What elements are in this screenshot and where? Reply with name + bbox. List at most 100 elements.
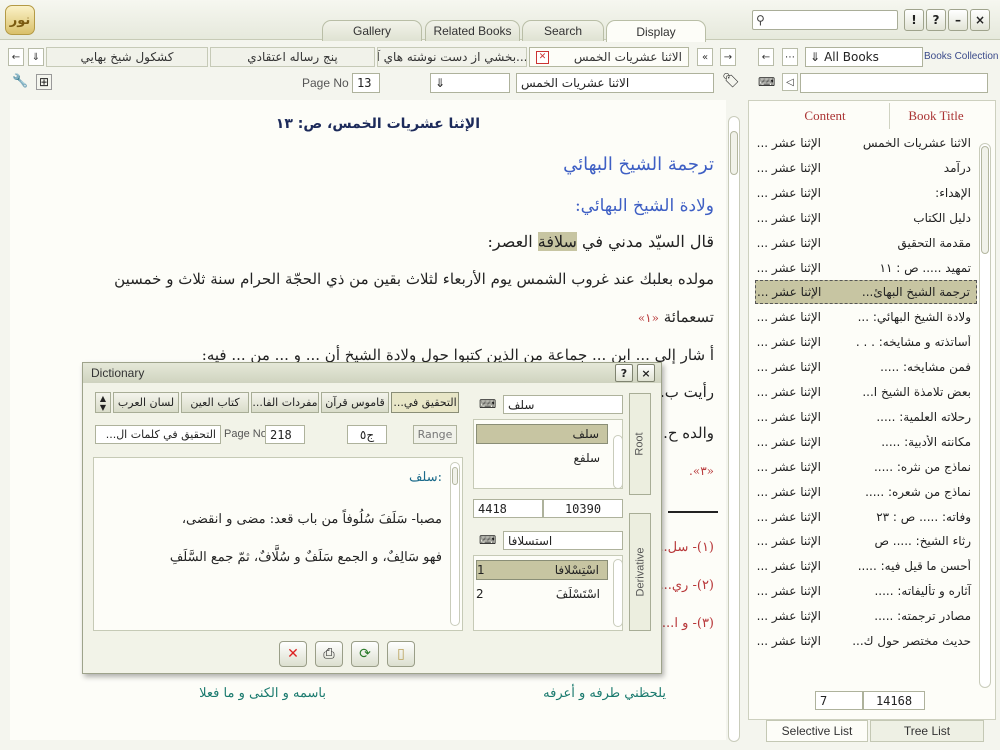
close-tab-icon[interactable]: ✕	[536, 50, 549, 64]
right-back-icon[interactable]: ←	[758, 48, 774, 66]
dict-range-button[interactable]: Range	[413, 425, 457, 444]
contents-row[interactable]: دليل الكتاب الإثنا عشر ...	[755, 206, 977, 230]
root-vertical-tab[interactable]: Root	[629, 393, 651, 495]
contents-row[interactable]: ترجمة الشيخ البهائ... الإثنا عشر ...	[755, 280, 977, 305]
dict-tab-mufradat[interactable]: مفردات الفا...	[251, 392, 319, 413]
root-search-input[interactable]: سلف	[503, 395, 623, 414]
contents-row[interactable]: ولادة الشيخ البهائي: ... الإثنا عشر ...	[755, 305, 977, 329]
wrench-icon[interactable]: 🔧	[12, 74, 28, 90]
root-keyboard-icon[interactable]: ⌨	[479, 397, 497, 411]
contents-row-content: مقدمة التحقيق	[897, 235, 971, 250]
dict-tab-scroll[interactable]: ▲ ▼	[95, 392, 111, 413]
derivative-keyboard-icon[interactable]: ⌨	[479, 533, 497, 547]
keyboard-icon[interactable]: ⌨	[758, 75, 776, 89]
contents-row-content: نماذج من نثره: .....	[873, 459, 971, 474]
doc-tab-bakhshi[interactable]: بخشي از دست نوشته هاي آ...	[377, 47, 527, 67]
about-button[interactable]: ?	[926, 9, 946, 31]
contents-row[interactable]: فمن مشايخه: ..... الإثنا عشر ...	[755, 355, 977, 379]
contents-row[interactable]: مكانته الأدبية: ..... الإثنا عشر ...	[755, 430, 977, 454]
derivative-item-selected[interactable]: اسْتِسْلافا 1	[476, 560, 608, 580]
contents-row[interactable]: أساتذته و مشايخه: . . . الإثنا عشر ...	[755, 330, 977, 354]
dictionary-help-button[interactable]: ?	[615, 364, 633, 382]
column-header-content[interactable]: Content	[755, 104, 895, 128]
dict-tab-lisan-al-arab[interactable]: لسان العرب	[113, 392, 179, 413]
footnote-ref-3[interactable]: «٣».	[689, 464, 714, 478]
contents-row[interactable]: آثاره و تأليفاته: ..... الإثنا عشر ...	[755, 579, 977, 603]
delete-icon[interactable]: ✕	[279, 641, 307, 667]
dictionary-close-button[interactable]: ×	[637, 364, 655, 382]
pager-current[interactable]: 7	[815, 691, 863, 710]
global-search-input[interactable]: ⚲	[752, 10, 898, 30]
close-button[interactable]: ×	[970, 9, 990, 31]
contents-row[interactable]: مقدمة التحقيق الإثنا عشر ...	[755, 231, 977, 255]
section-title: ترجمة الشيخ البهائي	[563, 154, 714, 175]
tab-display[interactable]: Display	[606, 20, 706, 42]
pager-total: 14168	[863, 691, 925, 710]
minimize-button[interactable]: –	[948, 9, 968, 31]
doc-tab-kashkool[interactable]: كشكول شيخ بهايي	[46, 47, 208, 67]
tab-scroll-left-icon[interactable]: «	[697, 48, 713, 66]
contents-row[interactable]: درآمد الإثنا عشر ...	[755, 156, 977, 180]
tab-tree-list[interactable]: Tree List	[870, 720, 984, 742]
tab-selective-list[interactable]: Selective List	[766, 720, 868, 742]
help-button[interactable]: !	[904, 9, 924, 31]
contents-row[interactable]: تمهيد ..... ص : ١١ الإثنا عشر ...	[755, 256, 977, 280]
derivative-scrollbar[interactable]	[613, 559, 623, 627]
layout-icon[interactable]: ⊞	[36, 74, 52, 90]
back-arrow-icon[interactable]: ←	[8, 48, 24, 66]
contents-row[interactable]: الاثنا عشريات الخمس الإثنا عشر ...	[755, 131, 977, 155]
root-item[interactable]: سلفع	[476, 448, 608, 468]
contents-row[interactable]: أحسن ما قيل فيه: ..... الإثنا عشر ...	[755, 554, 977, 578]
dict-tab-tahqiq[interactable]: التحقيق في...	[391, 392, 459, 413]
dict-tab-qamoos-quran[interactable]: قاموس قرآن	[321, 392, 389, 413]
play-left-icon[interactable]: ◁	[782, 73, 798, 91]
doc-tab-panj-resaleh[interactable]: پنج رساله اعتقادي	[210, 47, 375, 67]
tab-gallery[interactable]: Gallery	[322, 20, 422, 41]
contents-row[interactable]: وفاته: ..... ص : ٢٣ الإثنا عشر ...	[755, 505, 977, 529]
document-scrollbar[interactable]	[728, 116, 740, 742]
dict-book-select[interactable]: التحقيق في كلمات ال...	[95, 425, 221, 444]
root-item-selected[interactable]: سلف	[476, 424, 608, 444]
dict-page-input[interactable]: 218	[265, 425, 305, 444]
contents-row[interactable]: مصادر ترجمته: ..... الإثنا عشر ...	[755, 604, 977, 628]
tab-list-down-icon[interactable]: ⇓	[28, 48, 44, 66]
contents-row[interactable]: رحلاته العلمية: ..... الإثنا عشر ...	[755, 405, 977, 429]
contents-row-content: حديث مختصر حول ك...	[852, 634, 971, 648]
book-select[interactable]: الاثنا عشريات الخمس	[516, 73, 714, 93]
book-dropdown-arrow[interactable]: ⇓	[430, 73, 510, 93]
contents-row[interactable]: الإهداء: الإثنا عشر ...	[755, 181, 977, 205]
contents-row[interactable]: حديث مختصر حول ك... الإثنا عشر ...	[755, 629, 977, 653]
forward-arrow-icon[interactable]: →	[720, 48, 736, 66]
text-line-3-text: تسعمائة	[663, 308, 714, 326]
tab-search[interactable]: Search	[522, 20, 604, 41]
column-header-book-title[interactable]: Book Title	[895, 104, 977, 128]
content-search-input[interactable]	[800, 73, 988, 93]
print-icon[interactable]: ⎙	[315, 641, 343, 667]
contents-row[interactable]: نماذج من شعره: ..... الإثنا عشر ...	[755, 480, 977, 504]
document-scrollbar-thumb[interactable]	[730, 131, 738, 175]
tab-related-books[interactable]: Related Books	[425, 20, 520, 41]
refresh-icon[interactable]: ⟳	[351, 641, 379, 667]
footnote-ref-1[interactable]: «١»	[638, 311, 659, 325]
tag-icon[interactable]: 🏷	[722, 73, 740, 91]
doc-tab-label: الاثنا عشريات الخمس	[573, 50, 682, 64]
more-options-icon[interactable]: ⋯	[782, 48, 798, 66]
contents-scrollbar-thumb[interactable]	[981, 146, 989, 254]
contents-row[interactable]: نماذج من نثره: ..... الإثنا عشر ...	[755, 455, 977, 479]
derivative-item[interactable]: اسْتَسْلَفَ 2	[476, 584, 608, 604]
derivative-search-input[interactable]: استسلافا	[503, 531, 623, 550]
entry-scrollbar-thumb[interactable]	[452, 467, 458, 485]
derivative-vertical-tab[interactable]: Derivative	[629, 513, 651, 631]
entry-scrollbar[interactable]	[450, 462, 460, 626]
root-scrollbar[interactable]	[613, 435, 623, 489]
contents-row[interactable]: بعض تلامذة الشيخ ا... الإثنا عشر ...	[755, 380, 977, 404]
doc-tab-ithna-ashariyat[interactable]: ✕ الاثنا عشريات الخمس	[529, 47, 689, 67]
dict-tab-kitab-al-ain[interactable]: كتاب العين	[181, 392, 249, 413]
contents-row[interactable]: رثاء الشيخ: ..... ص الإثنا عشر ...	[755, 529, 977, 553]
dict-volume-select[interactable]: ج٥	[347, 425, 387, 444]
books-filter-select[interactable]: ⇓ All Books	[805, 47, 923, 67]
note-icon[interactable]: ▯	[387, 641, 415, 667]
page-number-input[interactable]: 13	[352, 73, 380, 93]
contents-scrollbar[interactable]	[979, 143, 991, 688]
highlighted-word[interactable]: سلافة	[537, 232, 577, 251]
